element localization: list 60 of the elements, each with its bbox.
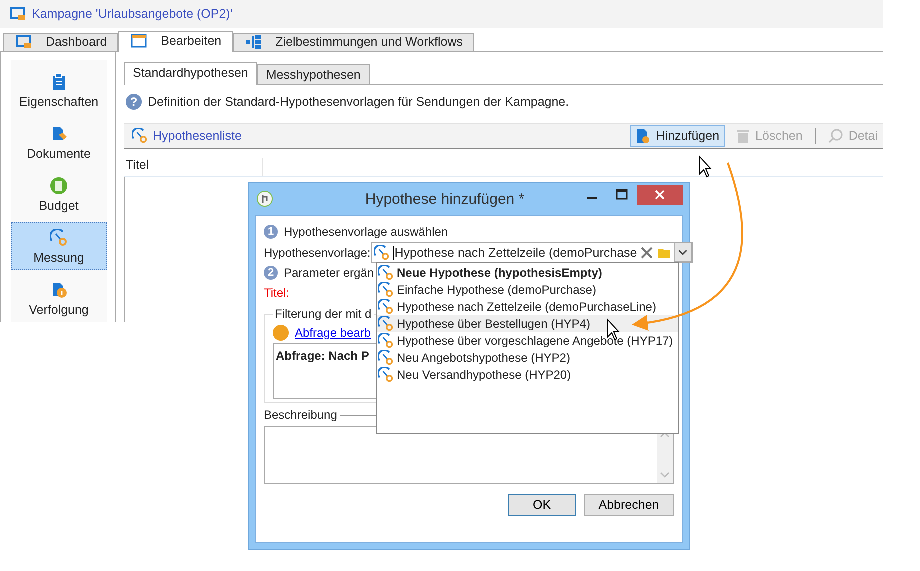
trash-icon — [734, 128, 751, 144]
document-add-icon — [635, 128, 652, 144]
sidebar-item[interactable]: Messung — [11, 222, 107, 270]
dialog-button[interactable]: OK — [508, 494, 576, 516]
sidebar-item[interactable]: Eigenschaften — [11, 66, 107, 114]
field-label: Hypothesenvorlage: — [264, 246, 371, 260]
monitor-mail-icon — [16, 34, 32, 50]
scroll-up-icon[interactable] — [660, 431, 670, 439]
circle-icon — [273, 325, 289, 341]
gauge-icon — [378, 316, 394, 332]
step-number: 2 — [264, 266, 278, 280]
document-tag-icon — [50, 125, 68, 143]
dropdown-option[interactable]: Einfache Hypothese (demoPurchase) — [377, 281, 678, 298]
help-icon: ? — [126, 94, 142, 110]
tab[interactable]: Messhypothesen — [257, 64, 370, 84]
gauge-icon — [378, 298, 394, 314]
gauge-icon — [378, 264, 394, 280]
window-icon — [131, 33, 148, 50]
step-number: 1 — [264, 225, 278, 239]
group-label: Beschreibung — [264, 408, 338, 422]
dialog-button[interactable]: Abbrechen — [584, 494, 674, 516]
clipboard-icon — [50, 73, 68, 91]
info-text: Definition der Standard-Hypothesenvorlagen für Sendungen der Kampagne. — [148, 95, 570, 109]
gauge-icon — [378, 282, 394, 298]
sidebar-item[interactable]: Budget — [11, 170, 107, 218]
window-title: Kampagne 'Urlaubsangebote (OP2)' — [32, 6, 233, 21]
toolbar-title: Hypothesenliste — [153, 129, 242, 143]
gauge-icon — [378, 366, 394, 382]
column-header[interactable]: Titel — [124, 158, 263, 176]
dropdown-caret-icon[interactable] — [674, 243, 692, 262]
dropdown-option[interactable]: Neue Hypothese (hypothesisEmpty) — [377, 264, 678, 281]
search-icon — [828, 128, 844, 144]
sidebar-item[interactable]: Verfolgung — [11, 274, 107, 322]
cursor-icon — [700, 156, 712, 178]
app-icon — [257, 191, 273, 207]
dropdown-option[interactable]: Hypothese über Bestellugen (HYP4) — [377, 315, 678, 332]
tab[interactable]: Zielbestimmungen und Workflows — [232, 32, 474, 51]
title-label: Titel: — [264, 285, 290, 302]
gauge-icon — [50, 229, 68, 247]
step-label: Parameter ergän — [284, 266, 374, 280]
toolbar-button[interactable]: Hinzufügen — [630, 125, 725, 147]
document-info-icon — [50, 281, 68, 299]
tab[interactable]: Standardhypothesen — [124, 62, 258, 85]
dropdown-option[interactable]: Hypothese nach Zettelzeile (demoPurchaseLine) — [377, 298, 678, 315]
gauge-icon — [378, 332, 394, 348]
monitor-mail-icon — [10, 6, 26, 22]
tab[interactable]: Bearbeiten — [118, 30, 233, 52]
step-label: Hypothesenvorlage auswählen — [284, 225, 448, 239]
gauge-icon — [374, 244, 390, 260]
sidebar-item[interactable]: Dokumente — [11, 118, 107, 166]
calculator-icon — [50, 177, 68, 195]
gauge-icon — [132, 128, 148, 144]
clear-icon[interactable] — [640, 246, 654, 260]
gauge-icon — [378, 350, 394, 366]
edit-query-link[interactable]: Abfrage bearb — [295, 326, 372, 340]
dialog-title: Hypothese hinzufügen * — [364, 190, 526, 208]
workflow-icon — [246, 34, 262, 50]
close-icon[interactable] — [637, 185, 683, 205]
group-label: Filterung der mit d — [274, 307, 373, 321]
tab[interactable]: Dashboard — [3, 32, 118, 51]
